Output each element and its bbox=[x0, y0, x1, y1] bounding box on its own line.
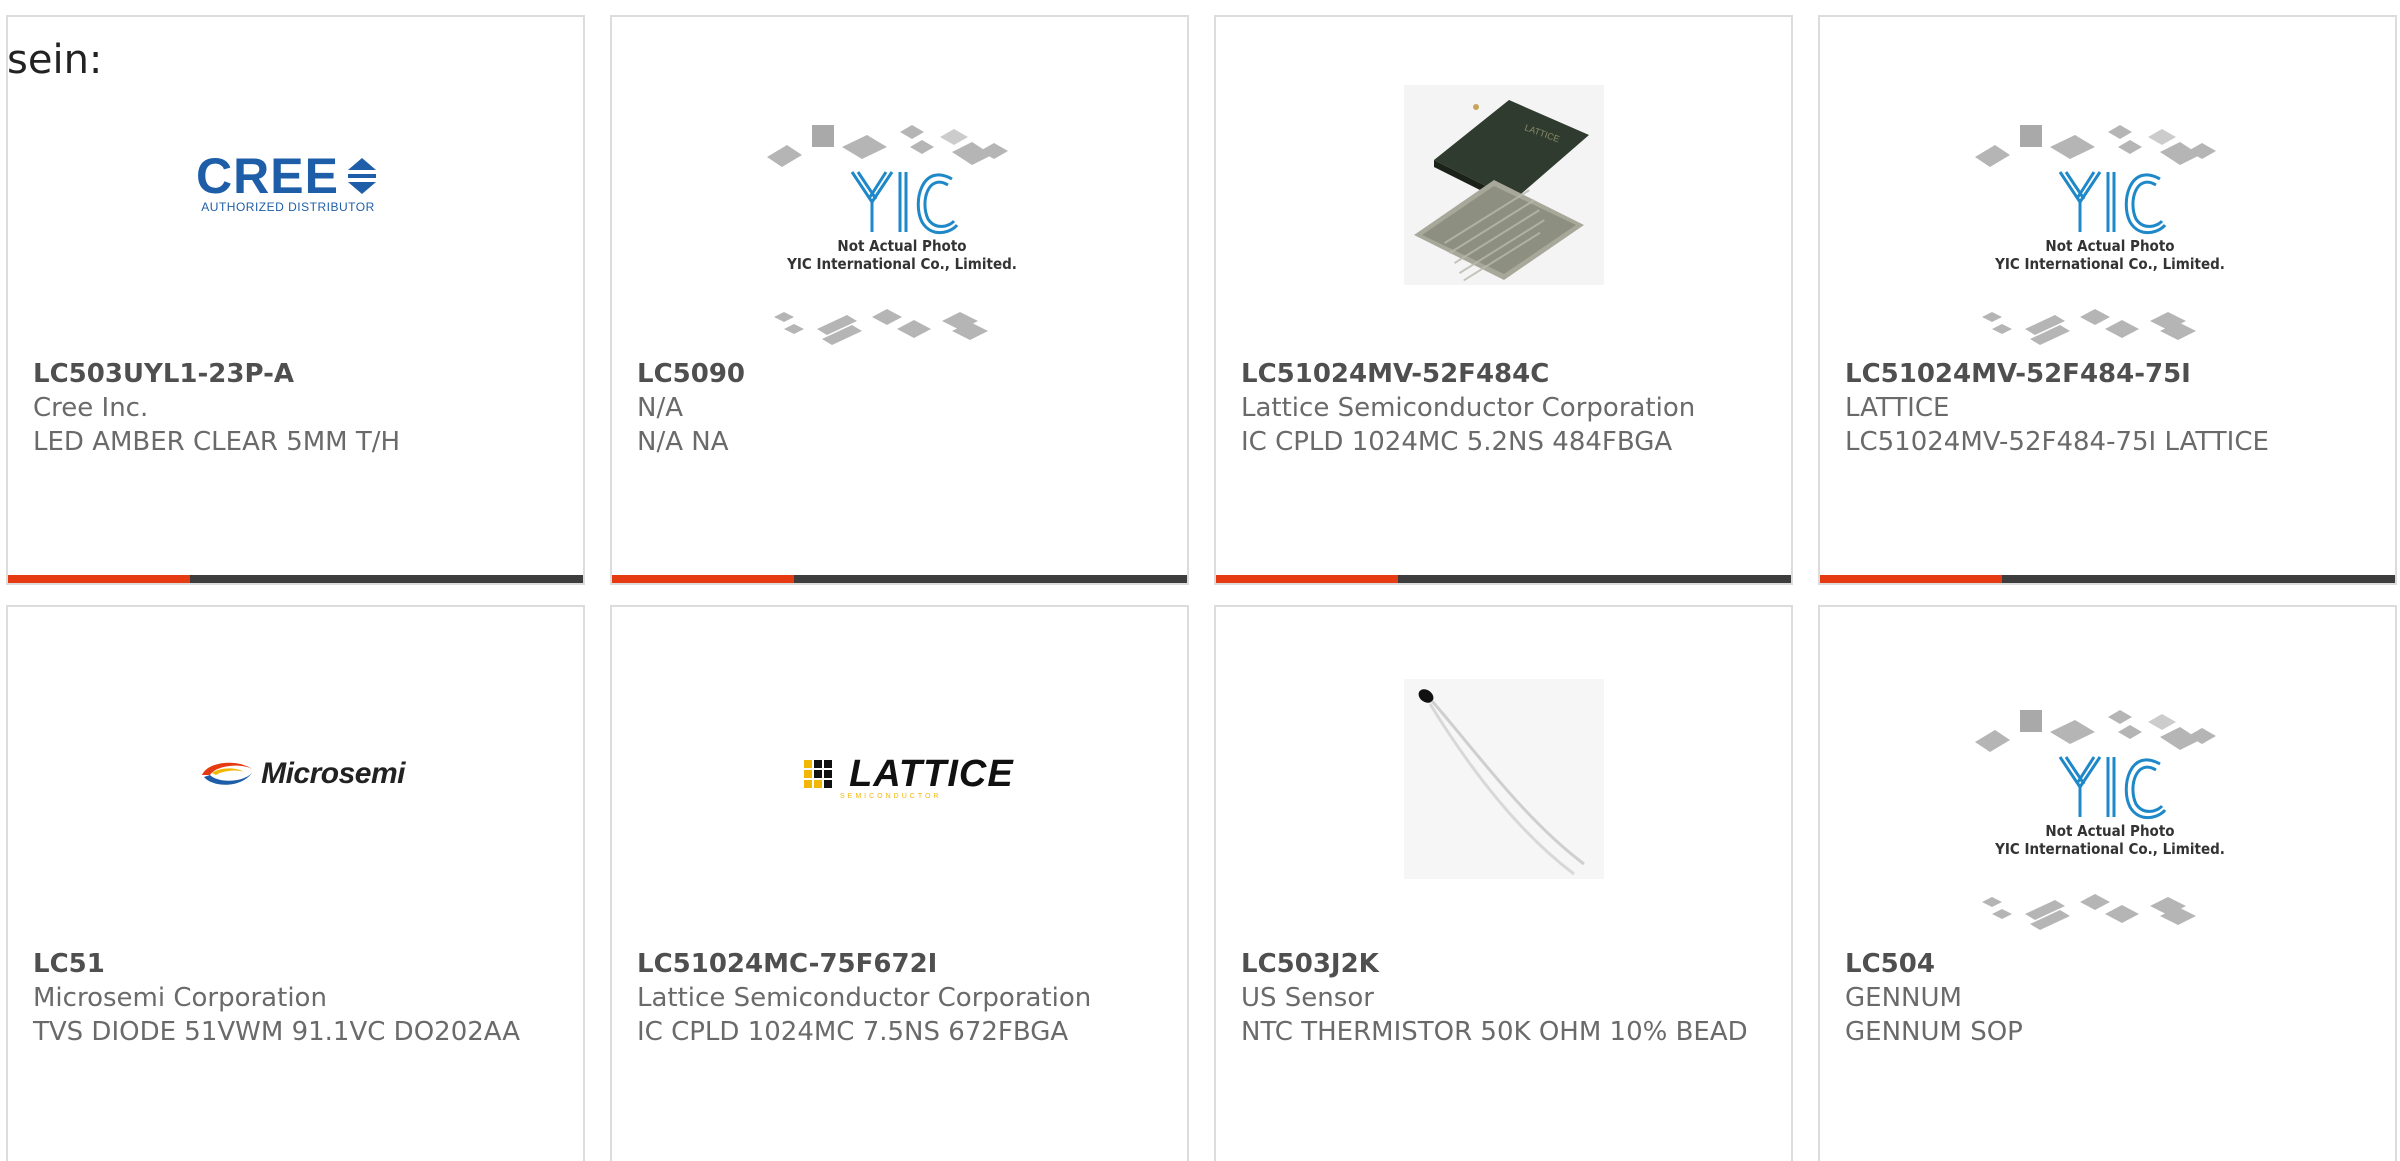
part-number-link[interactable]: LC51024MC-75F672I bbox=[637, 947, 1157, 981]
microsemi-logo-mark bbox=[202, 762, 252, 785]
card-bar-accent bbox=[612, 575, 794, 583]
description: LED AMBER CLEAR 5MM T/H bbox=[33, 427, 401, 457]
part-number-link[interactable]: LC51024MV-52F484-75I bbox=[1845, 357, 2365, 391]
description: TVS DIODE 51VWM 91.1VC DO202AA bbox=[33, 1017, 521, 1047]
yic-placeholder-graphic bbox=[1975, 710, 2216, 930]
manufacturer: N/A bbox=[637, 393, 683, 423]
part-number-link[interactable]: LC51024MV-52F484C bbox=[1241, 357, 1761, 391]
product-image[interactable]: Not Actual Photo YIC International Co., … bbox=[612, 17, 1187, 357]
yic-caption: Not Actual Photo YIC International Co., … bbox=[762, 237, 1042, 273]
manufacturer: US Sensor bbox=[1241, 983, 1374, 1013]
product-card[interactable]: Not Actual Photo YIC International Co., … bbox=[610, 15, 1189, 585]
card-bar-accent bbox=[1216, 575, 1398, 583]
card-bar-accent bbox=[8, 575, 190, 583]
not-actual-photo-image: Not Actual Photo YIC International Co., … bbox=[1970, 692, 2250, 942]
card-bar-accent bbox=[1820, 575, 2002, 583]
yic-caption: Not Actual Photo YIC International Co., … bbox=[1970, 237, 2250, 273]
lattice-logo-mark bbox=[804, 760, 832, 788]
product-image[interactable]: LATTICE bbox=[1216, 17, 1791, 357]
cree-logo: CREE AUTHORIZED DISTRIBUTOR bbox=[196, 151, 380, 214]
manufacturer: LATTICE bbox=[1845, 393, 1950, 423]
intro-text: sein: bbox=[7, 37, 103, 83]
part-number-link[interactable]: LC503UYL1-23P-A bbox=[33, 357, 553, 391]
thermistor-graphic bbox=[1404, 679, 1604, 879]
description: LC51024MV-52F484-75I LATTICE bbox=[1845, 427, 2269, 457]
description: IC CPLD 1024MC 7.5NS 672FBGA bbox=[637, 1017, 1069, 1047]
description: GENNUM SOP bbox=[1845, 1017, 2023, 1047]
product-card[interactable]: LC503J2K US Sensor NTC THERMISTOR 50K OH… bbox=[1214, 605, 1793, 1161]
part-number-link[interactable]: LC503J2K bbox=[1241, 947, 1761, 981]
yic-caption-line2: YIC International Co., Limited. bbox=[1995, 255, 2225, 273]
description: IC CPLD 1024MC 5.2NS 484FBGA bbox=[1241, 427, 1673, 457]
card-bar bbox=[612, 575, 1187, 583]
product-card[interactable]: CREE AUTHORIZED DISTRIBUTOR LC503UYL1-23… bbox=[6, 15, 585, 585]
bga-chip-photo: LATTICE bbox=[1404, 85, 1604, 285]
lattice-logo-word: LATTICE bbox=[849, 753, 1014, 795]
product-grid-page: sein: CREE AUTHORIZED DISTRIBUTOR LC503U… bbox=[0, 0, 2400, 1161]
bga-chip-graphic: LATTICE bbox=[1404, 85, 1604, 285]
microsemi-logo-word: Microsemi bbox=[261, 757, 405, 790]
product-image[interactable]: Not Actual Photo YIC International Co., … bbox=[1820, 607, 2395, 947]
description: N/A NA bbox=[637, 427, 729, 457]
card-bar bbox=[8, 575, 583, 583]
not-actual-photo-image: Not Actual Photo YIC International Co., … bbox=[1970, 107, 2250, 357]
yic-caption-line1: Not Actual Photo bbox=[2045, 822, 2175, 840]
manufacturer: Lattice Semiconductor Corporation bbox=[1241, 393, 1696, 423]
yic-caption: Not Actual Photo YIC International Co., … bbox=[1970, 822, 2250, 858]
yic-placeholder-graphic bbox=[767, 125, 1008, 345]
part-number-link[interactable]: LC5090 bbox=[637, 357, 1157, 391]
product-card[interactable]: Microsemi LC51 Microsemi Corporation TVS… bbox=[6, 605, 585, 1161]
card-bar bbox=[1216, 575, 1791, 583]
description: NTC THERMISTOR 50K OHM 10% BEAD bbox=[1241, 1017, 1748, 1047]
product-image[interactable]: Not Actual Photo YIC International Co., … bbox=[1820, 17, 2395, 357]
yic-caption-line2: YIC International Co., Limited. bbox=[787, 255, 1017, 273]
manufacturer: Lattice Semiconductor Corporation bbox=[637, 983, 1092, 1013]
manufacturer: Cree Inc. bbox=[33, 393, 149, 423]
product-card[interactable]: Not Actual Photo YIC International Co., … bbox=[1818, 605, 2397, 1161]
manufacturer: GENNUM bbox=[1845, 983, 1962, 1013]
lattice-logo: LATTICE SEMICONDUCTOR bbox=[800, 755, 1014, 800]
cree-logo-word: CREE bbox=[196, 148, 339, 204]
microsemi-logo: Microsemi bbox=[198, 757, 405, 791]
yic-placeholder-graphic bbox=[1975, 125, 2216, 345]
thermistor-photo bbox=[1404, 679, 1604, 879]
yic-caption-line1: Not Actual Photo bbox=[2045, 237, 2175, 255]
product-image[interactable]: LATTICE SEMICONDUCTOR bbox=[612, 607, 1187, 947]
yic-caption-line2: YIC International Co., Limited. bbox=[1995, 840, 2225, 858]
part-number-link[interactable]: LC504 bbox=[1845, 947, 2365, 981]
cree-logo-mark bbox=[348, 158, 377, 194]
product-card[interactable]: LATTICE SEMICONDUCTOR LC51024MC-75F672I … bbox=[610, 605, 1189, 1161]
not-actual-photo-image: Not Actual Photo YIC International Co., … bbox=[762, 107, 1042, 357]
product-card[interactable]: LATTICE LC51024MV-52F484C Lattice Semico… bbox=[1214, 15, 1793, 585]
cree-logo-subtitle: AUTHORIZED DISTRIBUTOR bbox=[201, 200, 375, 214]
product-image[interactable] bbox=[1216, 607, 1791, 947]
product-card[interactable]: Not Actual Photo YIC International Co., … bbox=[1818, 15, 2397, 585]
manufacturer: Microsemi Corporation bbox=[33, 983, 327, 1013]
card-bar bbox=[1820, 575, 2395, 583]
part-number-link[interactable]: LC51 bbox=[33, 947, 553, 981]
product-image[interactable]: Microsemi bbox=[8, 607, 583, 947]
yic-caption-line1: Not Actual Photo bbox=[837, 237, 967, 255]
